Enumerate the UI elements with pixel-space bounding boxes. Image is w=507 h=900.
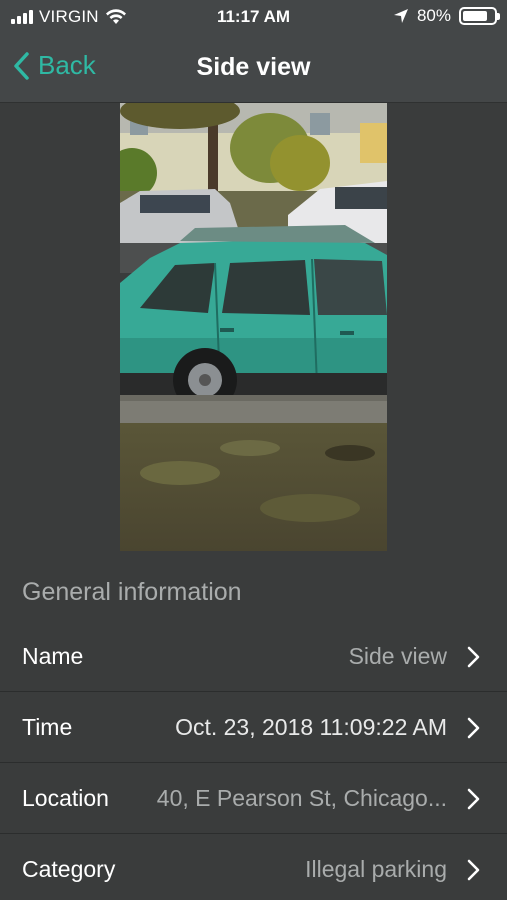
location-row[interactable]: Location 40, E Pearson St, Chicago...: [0, 763, 507, 834]
category-row[interactable]: Category Illegal parking: [0, 834, 507, 900]
chevron-right-icon: [467, 717, 480, 739]
chevron-right-icon: [467, 859, 480, 881]
battery-icon: [459, 7, 500, 25]
navigation-bar: Back Side view: [0, 36, 507, 102]
time-label: Time: [22, 714, 73, 740]
name-row[interactable]: Name Side view: [0, 621, 507, 692]
chevron-right-icon: [467, 646, 480, 668]
time-row[interactable]: Time Oct. 23, 2018 11:09:22 AM: [0, 692, 507, 763]
battery-percent: 80%: [416, 6, 451, 25]
car-photo[interactable]: [120, 103, 387, 551]
location-value: 40, E Pearson St, Chicago...: [156, 785, 447, 811]
location-label: Location: [22, 785, 109, 811]
chevron-right-icon: [467, 788, 480, 810]
name-label: Name: [22, 643, 84, 669]
section-title: General information: [22, 578, 242, 606]
time-value: Oct. 23, 2018 11:09:22 AM: [175, 714, 447, 740]
location-arrow-icon: [393, 9, 408, 23]
category-value: Illegal parking: [305, 856, 447, 882]
status-right: 80%: [393, 6, 500, 26]
car-photo-image: [120, 103, 387, 551]
battery-fill: [463, 11, 487, 21]
status-bar: VIRGIN 11:17 AM 80%: [0, 0, 507, 36]
name-value: Side view: [348, 643, 447, 669]
page-title: Side view: [196, 53, 311, 81]
top-bar: VIRGIN 11:17 AM 80% Back Side view: [0, 0, 507, 103]
category-label: Category: [22, 856, 116, 882]
